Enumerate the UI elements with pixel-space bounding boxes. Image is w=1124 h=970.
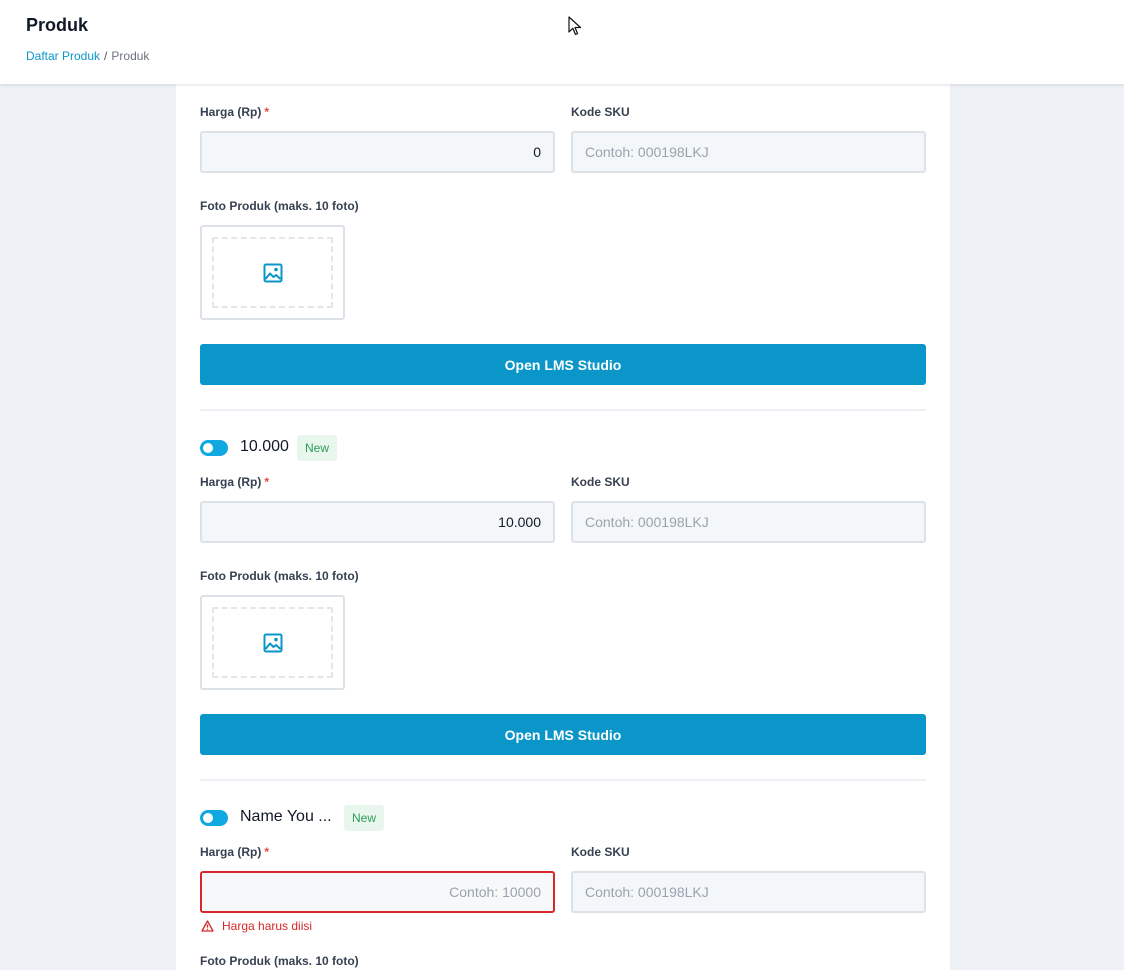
variant-1-open-lms-studio-button[interactable]: Open LMS Studio [200, 344, 926, 385]
variant-2-open-lms-studio-button[interactable]: Open LMS Studio [200, 714, 926, 755]
error-text: Harga harus diisi [222, 919, 313, 933]
variant-3-photo-label: Foto Produk (maks. 10 foto) [200, 954, 359, 968]
variant-3-price-label: Harga (Rp) * [200, 845, 270, 859]
variant-3-sku-input[interactable] [571, 871, 926, 913]
variant-2-price-label: Harga (Rp) * [200, 475, 270, 489]
section-divider [200, 409, 926, 411]
breadcrumb-link-product-list[interactable]: Daftar Produk [26, 49, 100, 63]
breadcrumb: Daftar Produk / Produk [26, 49, 149, 63]
page-header: Produk Daftar Produk / Produk [0, 0, 1124, 84]
warning-triangle-icon [201, 920, 214, 932]
variant-3-price-error: Harga harus diisi [201, 919, 312, 933]
mouse-cursor-icon [568, 16, 582, 36]
variant-1-price-input[interactable] [200, 131, 555, 173]
variant-1-price-label: Harga (Rp) * [200, 105, 270, 119]
image-icon [263, 633, 282, 652]
variant-2-toggle[interactable] [200, 440, 228, 456]
variant-2-sku-label: Kode SKU [571, 475, 630, 489]
variant-2-sku-input[interactable] [571, 501, 926, 543]
variant-1-sku-input[interactable] [571, 131, 926, 173]
page-title: Produk [26, 15, 89, 35]
photo-dropzone [212, 237, 333, 308]
variant-2-photo-label: Foto Produk (maks. 10 foto) [200, 569, 359, 583]
breadcrumb-current: Produk [111, 49, 150, 63]
variant-1-photo-upload[interactable] [200, 225, 345, 320]
variant-2-name: 10.000 [240, 438, 289, 455]
photo-dropzone [212, 607, 333, 678]
variant-3-toggle[interactable] [200, 810, 228, 826]
variant-3-new-badge: New [344, 805, 385, 831]
section-divider [200, 779, 926, 781]
variant-3-sku-label: Kode SKU [571, 845, 630, 859]
variant-2-new-badge: New [297, 435, 338, 461]
variant-3-price-input[interactable] [200, 871, 555, 913]
image-icon [263, 263, 282, 282]
variant-2-price-input[interactable] [200, 501, 555, 543]
variant-1-sku-label: Kode SKU [571, 105, 630, 119]
page: Harga (Rp)* Kode SKU Foto Produk (maks. … [0, 0, 1124, 970]
breadcrumb-separator: / [104, 49, 108, 63]
variant-1-photo-label: Foto Produk (maks. 10 foto) [200, 199, 359, 213]
variant-3-name: Name You ... [240, 808, 332, 825]
variant-2-photo-upload[interactable] [200, 595, 345, 690]
